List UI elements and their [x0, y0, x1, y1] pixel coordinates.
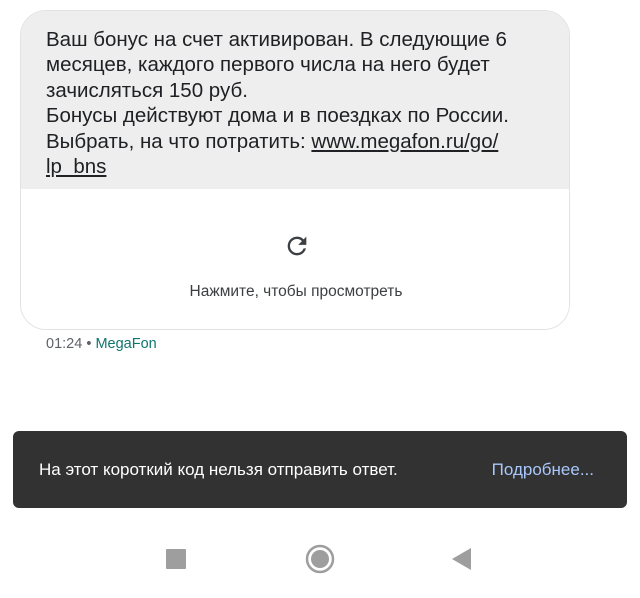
message-line: Бонусы действуют дома и в поездках по Ро… — [46, 104, 509, 128]
message-link-continued[interactable]: lp_bns — [46, 155, 106, 178]
message-line: месяцев, каждого первого числа на него б… — [46, 53, 490, 77]
message-link[interactable]: www.megafon.ru/go/ — [311, 130, 498, 153]
home-circle-icon[interactable] — [300, 539, 340, 579]
message-line-link-continued: lp_bns — [46, 154, 547, 179]
tap-to-view-label: Нажмите, чтобы просмотреть — [189, 283, 403, 300]
message-meta: 01:24 • MegaFon — [46, 336, 157, 352]
message-bubble[interactable]: Ваш бонус на счет активирован. В следующ… — [20, 10, 570, 330]
reload-icon[interactable] — [283, 232, 311, 260]
link-preview[interactable]: Нажмите, чтобы просмотреть — [21, 189, 569, 329]
snackbar: На этот короткий код нельзя отправить от… — [13, 431, 627, 508]
message-text: Ваш бонус на счет активирован. В следующ… — [21, 11, 569, 189]
message-line: Ваш бонус на счет активирован. В следующ… — [46, 28, 507, 51]
snackbar-action-button[interactable]: Подробнее... — [492, 460, 594, 480]
message-line-with-link: Выбрать, на что потратить: www.megafon.r… — [46, 129, 547, 154]
message-time: 01:24 — [46, 336, 83, 352]
recents-square-icon[interactable] — [156, 539, 196, 579]
snackbar-text: На этот короткий код нельзя отправить от… — [39, 460, 398, 479]
message-line: Выбрать, на что потратить: — [46, 129, 312, 153]
message-sender: MegaFon — [95, 336, 157, 352]
meta-separator: • — [82, 336, 96, 352]
back-triangle-icon[interactable] — [442, 539, 482, 579]
message-line: зачисляться 150 руб. — [46, 78, 248, 102]
